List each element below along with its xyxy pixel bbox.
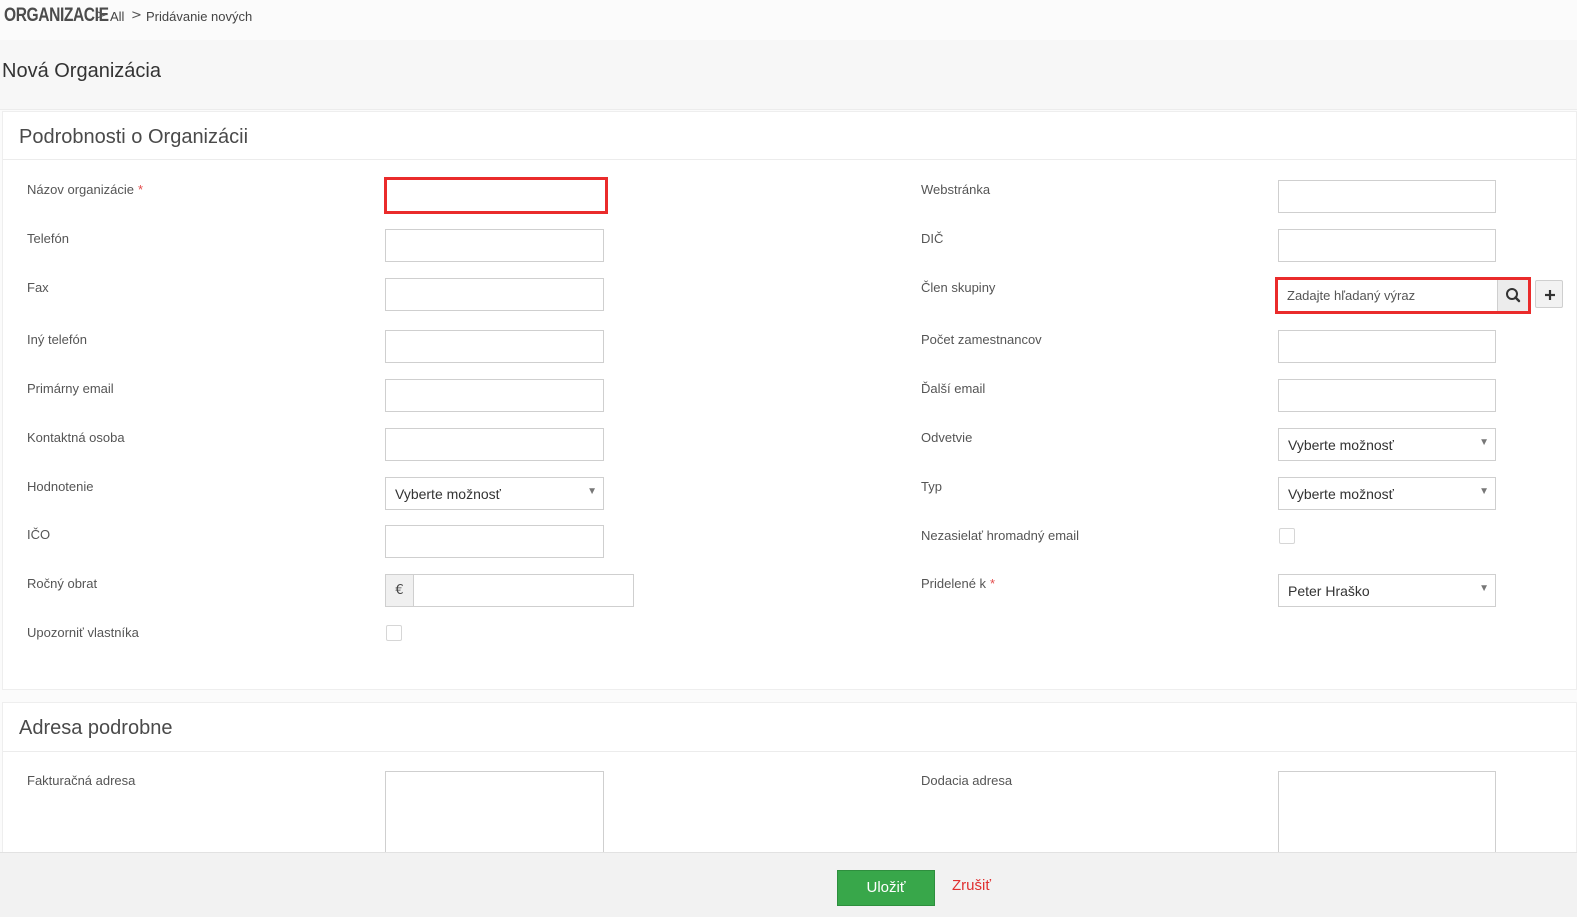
no-mass-email-checkbox[interactable] (1279, 528, 1295, 544)
dic-label: DIČ (921, 231, 944, 246)
phone-label: Telefón (27, 231, 69, 246)
group-member-search (1275, 277, 1531, 314)
details-block-title: Podrobnosti o Organizácii (19, 126, 249, 148)
type-select-value: Vyberte možnosť (1288, 486, 1394, 502)
add-group-member-button[interactable] (1535, 280, 1563, 308)
no-mass-email-label: Nezasielať hromadný email (921, 528, 1080, 543)
industry-select[interactable]: Vyberte možnosť ▼ (1278, 428, 1496, 461)
website-label: Webstránka (921, 182, 991, 197)
address-block-divider (3, 751, 1576, 752)
fax-label: Fax (27, 280, 49, 295)
org-name-label: Názov organizácie * (27, 182, 144, 197)
cancel-link[interactable]: Zrušiť (952, 877, 991, 894)
breadcrumb: ORGANIZACIE > All > Pridávanie nových (0, 0, 1577, 40)
rating-label: Hodnotenie (27, 479, 94, 494)
chevron-down-icon: ▼ (1479, 437, 1489, 448)
org-name-input[interactable] (384, 177, 608, 214)
breadcrumb-separator: > (96, 8, 107, 23)
dic-input[interactable] (1278, 229, 1496, 262)
notify-owner-label: Upozorniť vlastníka (27, 625, 139, 640)
employee-count-label: Počet zamestnancov (921, 332, 1042, 347)
address-block-title: Adresa podrobne (19, 717, 173, 739)
breadcrumb-item-all[interactable]: All (110, 9, 124, 24)
search-icon (1506, 288, 1521, 303)
shipping-address-label: Dodacia adresa (921, 773, 1013, 788)
rating-select[interactable]: Vyberte možnosť ▼ (385, 477, 604, 510)
breadcrumb-module[interactable]: ORGANIZACIE (4, 5, 109, 27)
primary-email-label: Primárny email (27, 381, 114, 396)
details-block-divider (3, 159, 1576, 160)
save-button[interactable]: Uložiť (837, 870, 935, 906)
primary-email-input[interactable] (385, 379, 604, 412)
industry-select-value: Vyberte možnosť (1288, 437, 1394, 453)
assigned-to-select-value: Peter Hraško (1288, 583, 1370, 599)
fax-input[interactable] (385, 278, 604, 311)
type-select[interactable]: Vyberte možnosť ▼ (1278, 477, 1496, 510)
chevron-down-icon: ▼ (1479, 583, 1489, 594)
contact-person-label: Kontaktná osoba (27, 430, 125, 445)
form-footer: Uložiť Zrušiť (0, 852, 1577, 917)
notify-owner-checkbox[interactable] (386, 625, 402, 641)
breadcrumb-item-current: Pridávanie nových (146, 9, 253, 24)
search-button[interactable] (1497, 280, 1528, 311)
chevron-down-icon: ▼ (587, 486, 597, 497)
assigned-to-label: Pridelené k * (921, 576, 996, 591)
required-marker: * (990, 576, 996, 591)
group-member-search-input[interactable] (1278, 280, 1497, 311)
secondary-email-label: Ďalší email (921, 381, 986, 396)
industry-label: Odvetvie (921, 430, 973, 445)
currency-addon: € (385, 574, 414, 607)
billing-address-label: Fakturačná adresa (27, 773, 136, 788)
secondary-email-input[interactable] (1278, 379, 1496, 412)
ico-label: IČO (27, 527, 51, 542)
contact-person-input[interactable] (385, 428, 604, 461)
annual-revenue-input[interactable] (413, 574, 634, 607)
phone-input[interactable] (385, 229, 604, 262)
rating-select-value: Vyberte možnosť (395, 486, 501, 502)
breadcrumb-separator: > (131, 8, 142, 23)
assigned-to-select[interactable]: Peter Hraško ▼ (1278, 574, 1496, 607)
website-input[interactable] (1278, 180, 1496, 213)
page-header: Nová Organizácia (0, 40, 1577, 110)
annual-revenue-label: Ročný obrat (27, 576, 98, 591)
type-label: Typ (921, 479, 942, 494)
other-phone-input[interactable] (385, 330, 604, 363)
group-member-label: Člen skupiny (921, 280, 996, 295)
required-marker: * (137, 182, 144, 197)
employee-count-input[interactable] (1278, 330, 1496, 363)
page-title: Nová Organizácia (2, 60, 161, 82)
ico-input[interactable] (385, 525, 604, 558)
other-phone-label: Iný telefón (27, 332, 87, 347)
plus-icon (1545, 290, 1555, 300)
chevron-down-icon: ▼ (1479, 486, 1489, 497)
